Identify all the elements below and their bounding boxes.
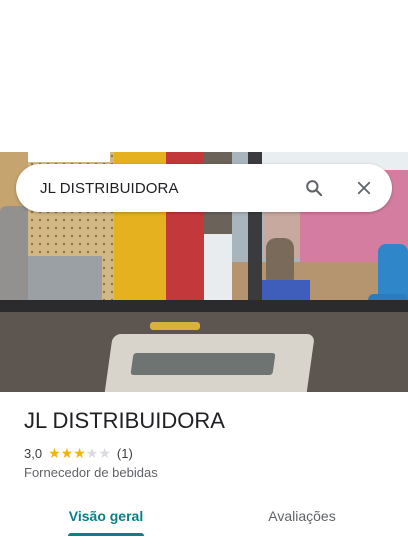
close-icon [357,181,371,195]
photo-scale-display [130,353,276,375]
star-empty-icon: ★ [98,445,111,461]
close-button[interactable] [344,168,384,208]
photo-person [266,238,294,282]
selected-tab-indicator [68,533,144,536]
place-category[interactable]: Fornecedor de bebidas [24,465,158,480]
rating-stars: ★ ★ ★ ★ ★ [48,446,111,460]
star-filled-icon: ★ [73,445,86,461]
star-filled-icon: ★ [48,445,61,461]
tab-overview[interactable]: Visão geral [68,496,144,536]
search-icon [306,180,323,197]
search-bar[interactable]: JL DISTRIBUIDORA [16,164,392,212]
photo-lighter [150,322,200,330]
blank-header-area [0,0,408,152]
tab-bar: Visão geral Avaliações [0,496,408,544]
rating-row[interactable]: 3,0 ★ ★ ★ ★ ★ (1) [24,444,133,462]
tab-reviews[interactable]: Avaliações [262,496,342,536]
place-title: JL DISTRIBUIDORA [24,408,225,433]
review-count[interactable]: (1) [117,446,133,461]
rating-value: 3,0 [24,445,43,461]
photo-appliance [28,256,102,300]
star-filled-icon: ★ [60,445,74,461]
star-empty-icon: ★ [85,445,99,461]
search-button[interactable] [294,168,334,208]
photo-white-container [204,234,232,304]
photo-fridge-top [28,152,110,162]
search-query[interactable]: JL DISTRIBUIDORA [40,180,294,197]
